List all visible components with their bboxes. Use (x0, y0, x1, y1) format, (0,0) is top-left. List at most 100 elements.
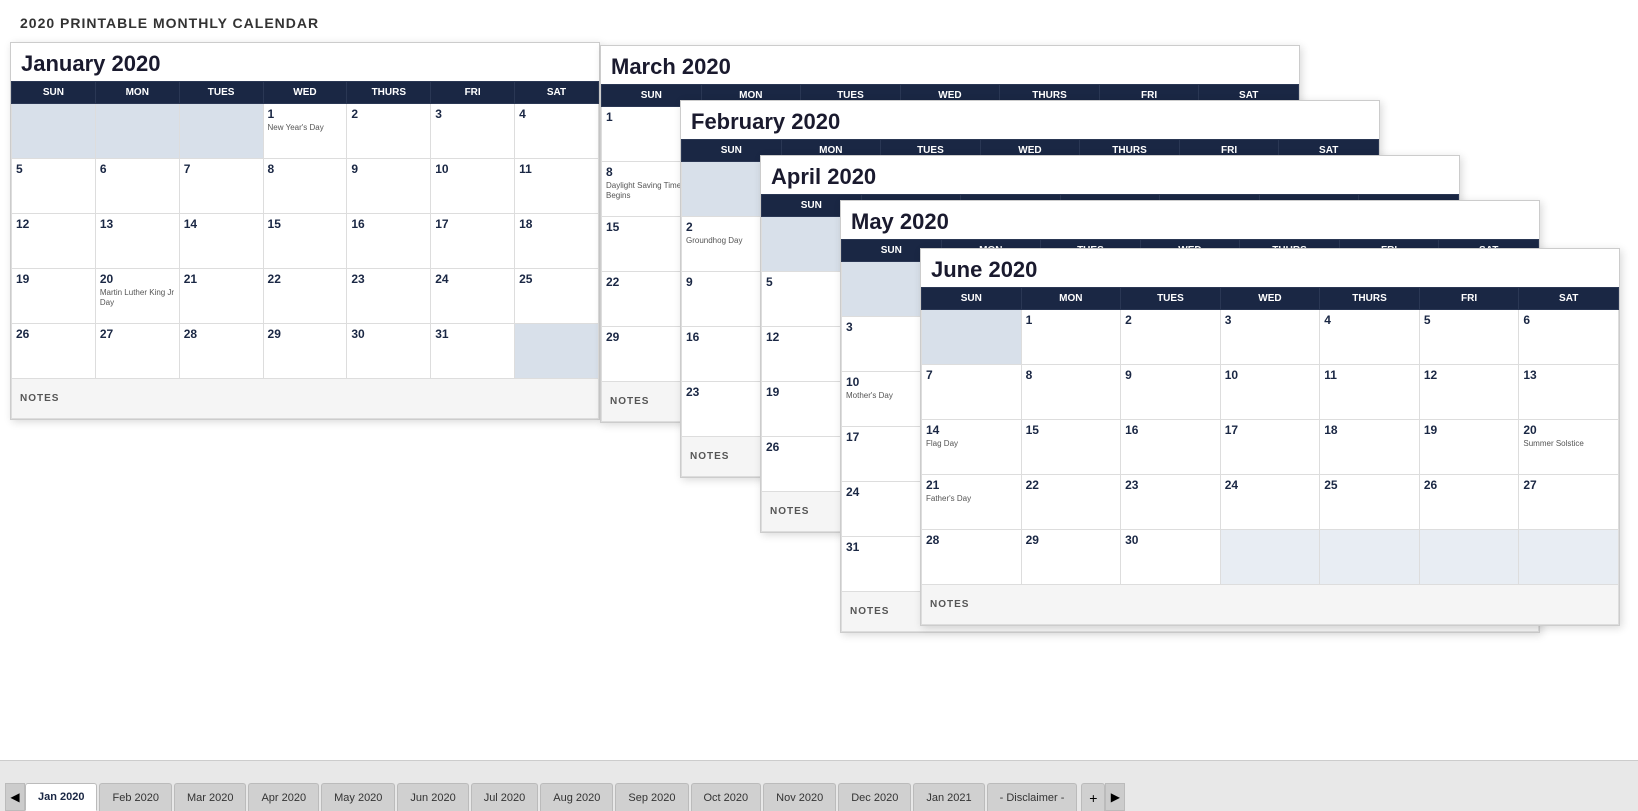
jan-header-mon: MON (95, 82, 179, 104)
list-item: 8 (1021, 365, 1121, 420)
list-item (179, 104, 263, 159)
list-item: 3 (1220, 310, 1320, 365)
jan-header-thurs: THURS (347, 82, 431, 104)
tab-aug-2020[interactable]: Aug 2020 (540, 783, 613, 811)
january-title: January 2020 (11, 43, 599, 81)
list-item: 18 (515, 214, 599, 269)
list-item: 10 (1220, 365, 1320, 420)
tab-nov-2020[interactable]: Nov 2020 (763, 783, 836, 811)
main-content: 2020 PRINTABLE MONTHLY CALENDAR January … (0, 0, 1638, 760)
list-item: 6 (95, 159, 179, 214)
april-title: April 2020 (761, 156, 1459, 194)
jun-header-wed: WED (1220, 288, 1320, 310)
june-title: June 2020 (921, 249, 1619, 287)
list-item: 28 (922, 530, 1022, 585)
tab-feb-2020[interactable]: Feb 2020 (99, 783, 171, 811)
tab-sep-2020[interactable]: Sep 2020 (615, 783, 688, 811)
list-item: 26 (12, 324, 96, 379)
list-item: 24 (1220, 475, 1320, 530)
list-item: 20Martin Luther King Jr Day (95, 269, 179, 324)
list-item: 6 (1519, 310, 1619, 365)
list-item: 21 (179, 269, 263, 324)
list-item: 23 (1121, 475, 1221, 530)
calendar-january: January 2020 SUN MON TUES WED THURS FRI … (10, 42, 600, 420)
tab-oct-2020[interactable]: Oct 2020 (691, 783, 762, 811)
list-item: 7 (179, 159, 263, 214)
table-row: 19 20Martin Luther King Jr Day 21 22 23 … (12, 269, 599, 324)
list-item: 29 (1021, 530, 1121, 585)
list-item: 25 (515, 269, 599, 324)
list-item: 18 (1320, 420, 1420, 475)
january-grid: SUN MON TUES WED THURS FRI SAT 1New Year… (11, 81, 599, 419)
jan-header-wed: WED (263, 82, 347, 104)
list-item (95, 104, 179, 159)
list-item: 4 (515, 104, 599, 159)
tab-jan-2021[interactable]: Jan 2021 (913, 783, 984, 811)
table-row: 5 6 7 8 9 10 11 (12, 159, 599, 214)
list-item: 19 (12, 269, 96, 324)
list-item: 3 (431, 104, 515, 159)
list-item: 1New Year's Day (263, 104, 347, 159)
june-grid: SUN MON TUES WED THURS FRI SAT 1 2 3 4 5 (921, 287, 1619, 625)
list-item: 30 (1121, 530, 1221, 585)
table-row: 12 13 14 15 16 17 18 (12, 214, 599, 269)
list-item (12, 104, 96, 159)
list-item: 2 (1121, 310, 1221, 365)
table-row: 14Flag Day 15 16 17 18 19 20Summer Solst… (922, 420, 1619, 475)
list-item (922, 310, 1022, 365)
table-row: 7 8 9 10 11 12 13 (922, 365, 1619, 420)
tab-bar: ◀ Jan 2020 Feb 2020 Mar 2020 Apr 2020 Ma… (0, 760, 1638, 811)
tab-add-button[interactable]: + (1081, 783, 1105, 811)
list-item: 26 (1419, 475, 1519, 530)
list-item: 28 (179, 324, 263, 379)
tab-scroll-right-button[interactable]: ▶ (1105, 783, 1125, 811)
tab-may-2020[interactable]: May 2020 (321, 783, 395, 811)
list-item (515, 324, 599, 379)
list-item: 11 (1320, 365, 1420, 420)
tab-apr-2020[interactable]: Apr 2020 (248, 783, 319, 811)
tab-jun-2020[interactable]: Jun 2020 (397, 783, 468, 811)
march-title: March 2020 (601, 46, 1299, 84)
february-title: February 2020 (681, 101, 1379, 139)
list-item: 30 (347, 324, 431, 379)
jun-header-thurs: THURS (1320, 288, 1420, 310)
jan-header-sun: SUN (12, 82, 96, 104)
tab-dec-2020[interactable]: Dec 2020 (838, 783, 911, 811)
calendar-june: June 2020 SUN MON TUES WED THURS FRI SAT… (920, 248, 1620, 626)
list-item: 27 (1519, 475, 1619, 530)
list-item: 16 (347, 214, 431, 269)
tab-disclaimer[interactable]: - Disclaimer - (987, 783, 1078, 811)
table-row: 21Father's Day 22 23 24 25 26 27 (922, 475, 1619, 530)
list-item: 29 (263, 324, 347, 379)
table-row: NOTES (922, 585, 1619, 625)
table-row: 1New Year's Day 2 3 4 (12, 104, 599, 159)
jan-header-sat: SAT (515, 82, 599, 104)
jun-header-sun: SUN (922, 288, 1022, 310)
list-item: 17 (431, 214, 515, 269)
list-item: 17 (1220, 420, 1320, 475)
jun-header-mon: MON (1021, 288, 1121, 310)
list-item: 16 (1121, 420, 1221, 475)
list-item: 5 (12, 159, 96, 214)
list-item: 7 (922, 365, 1022, 420)
list-item: 25 (1320, 475, 1420, 530)
tab-mar-2020[interactable]: Mar 2020 (174, 783, 246, 811)
jun-header-fri: FRI (1419, 288, 1519, 310)
list-item: 22 (1021, 475, 1121, 530)
tab-jul-2020[interactable]: Jul 2020 (471, 783, 539, 811)
list-item: 9 (347, 159, 431, 214)
list-item: 10 (431, 159, 515, 214)
list-item: 19 (1419, 420, 1519, 475)
list-item (1519, 530, 1619, 585)
list-item: 23 (347, 269, 431, 324)
list-item: 5 (1419, 310, 1519, 365)
list-item: 14 (179, 214, 263, 269)
list-item: 15 (1021, 420, 1121, 475)
list-item: 20Summer Solstice (1519, 420, 1619, 475)
table-row: 1 2 3 4 5 6 (922, 310, 1619, 365)
list-item: 12 (1419, 365, 1519, 420)
list-item: 22 (263, 269, 347, 324)
list-item: 13 (1519, 365, 1619, 420)
tab-scroll-left-button[interactable]: ◀ (5, 783, 25, 811)
tab-jan-2020[interactable]: Jan 2020 (25, 783, 97, 811)
